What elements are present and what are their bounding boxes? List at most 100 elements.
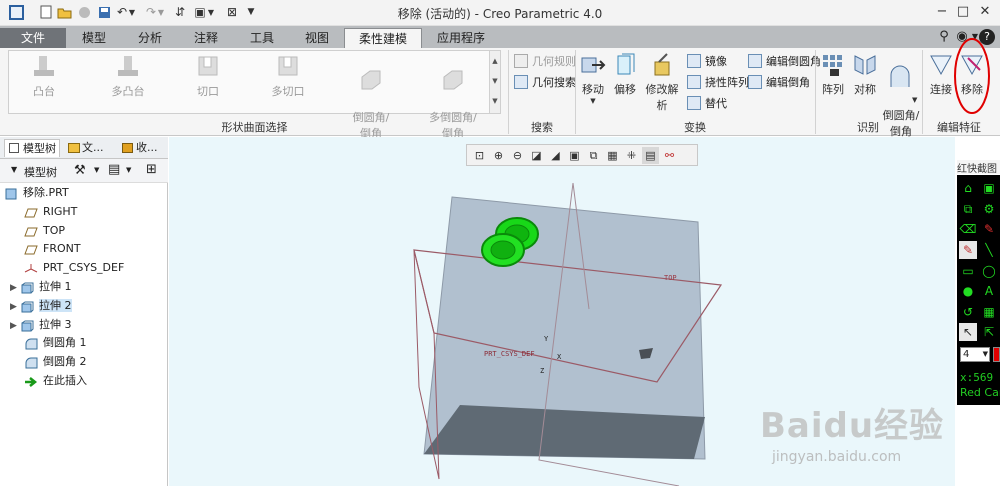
tree-item[interactable]: 移除.PRT <box>0 183 167 202</box>
move-button[interactable]: 移动 ▼ <box>578 52 608 105</box>
boss-label: 凸台 <box>33 85 55 98</box>
recognize-group-label: 识别 <box>857 121 879 134</box>
flexible-pattern-icon <box>687 75 701 89</box>
flexible-pattern-label: 挠性阵列 <box>705 76 749 89</box>
edit-round-button[interactable]: 编辑倒圆角 <box>748 52 821 70</box>
multi-cut-button[interactable]: 多切口 <box>259 54 317 99</box>
symmetry-recognize-icon <box>852 52 878 78</box>
geometry-search-button[interactable]: 几何搜索 <box>514 73 576 91</box>
ellipse-icon[interactable]: ◯ <box>980 262 998 280</box>
tree-item[interactable]: FRONT <box>0 239 167 258</box>
multi-boss-button[interactable]: 多凸台 <box>96 54 160 99</box>
symmetry-recognize-label: 对称 <box>854 83 876 96</box>
csys-icon <box>24 262 38 274</box>
tab-tools[interactable]: 工具 <box>234 28 290 48</box>
arrow-tool-icon[interactable]: ↖ <box>959 323 977 341</box>
tab-file[interactable]: 文件 <box>0 28 66 48</box>
geometry-rule-button[interactable]: 几何规则 <box>514 52 576 70</box>
tree-item[interactable]: ▶ 拉伸 2 <box>0 296 167 315</box>
pointer-icon[interactable]: ⇱ <box>980 323 998 341</box>
substitute-button[interactable]: 替代 <box>687 94 727 112</box>
tab-view[interactable]: 视图 <box>290 28 344 48</box>
undo-dropdown-icon[interactable]: ▼ <box>128 4 136 20</box>
mirror-label: 镜像 <box>705 55 727 68</box>
round-chamfer-shape-icon <box>358 67 384 93</box>
boss-button[interactable]: 凸台 <box>16 54 72 99</box>
capture-coords: x:569 y <box>960 371 1000 384</box>
tree-settings-dropdown-icon[interactable]: ▼ <box>94 166 99 174</box>
substitute-icon <box>687 96 701 110</box>
save-icon[interactable] <box>96 4 112 20</box>
tab-flexible-modeling[interactable]: 柔性建模 <box>344 28 422 48</box>
edit-round-icon <box>748 54 762 68</box>
tree-item[interactable]: ▶ 拉伸 3 <box>0 315 167 334</box>
geometry-rule-icon <box>514 54 528 68</box>
close-icon[interactable]: ✕ <box>976 3 994 21</box>
filled-ellipse-icon[interactable]: ● <box>959 282 977 300</box>
edit-round-label: 编辑倒圆角 <box>766 55 821 68</box>
windows-dropdown-icon[interactable]: ▼ <box>207 4 215 20</box>
tree-item[interactable]: 倒圆角 2 <box>0 352 167 371</box>
chevron-down-icon: ▼ <box>982 350 988 358</box>
tree-item[interactable]: RIGHT <box>0 202 167 221</box>
gallery-scrollbar[interactable]: ▲ ▼ ▼ <box>489 51 500 113</box>
regenerate-icon[interactable]: ⇵ <box>172 4 188 20</box>
pattern-recognize-button[interactable]: 阵列 <box>818 52 848 97</box>
rotate-icon[interactable]: ↺ <box>959 303 977 321</box>
tree-item[interactable]: 在此插入 <box>0 371 167 390</box>
highlighter-icon[interactable]: ✎ <box>959 241 977 259</box>
tree-item[interactable]: TOP <box>0 221 167 240</box>
tree-collapse-icon[interactable]: ▼ <box>11 165 17 174</box>
customize-dropdown-icon[interactable]: ▼ <box>243 4 259 20</box>
tab-annotate[interactable]: 注释 <box>178 28 234 48</box>
color-swatch[interactable] <box>993 347 1000 362</box>
tree-filter-icon[interactable]: ⊞ <box>146 162 157 177</box>
move-dropdown-icon[interactable]: ▼ <box>578 97 608 105</box>
round-icon <box>24 356 38 369</box>
close-window-icon[interactable]: ⊠ <box>224 4 240 20</box>
app-logo-icon[interactable] <box>9 5 24 20</box>
tree-item[interactable]: PRT_CSYS_DEF <box>0 258 167 277</box>
cut-button[interactable]: 切口 <box>180 54 236 99</box>
redo-dropdown-icon[interactable]: ▼ <box>157 4 165 20</box>
line-icon[interactable]: ╲ <box>980 241 998 259</box>
tree-item-label: 倒圆角 1 <box>43 336 87 350</box>
rectangle-icon[interactable]: ▭ <box>959 262 977 280</box>
save-icon[interactable]: ▣ <box>980 179 998 197</box>
copy-icon[interactable]: ⧉ <box>959 200 977 218</box>
tree-item[interactable]: 倒圆角 1 <box>0 333 167 352</box>
tab-model[interactable]: 模型 <box>66 28 122 48</box>
mirror-button[interactable]: 镜像 <box>687 52 727 70</box>
transform-group-label: 变换 <box>684 121 706 134</box>
round-chamfer-dropdown-icon[interactable]: ▼ <box>912 96 917 104</box>
pen-icon[interactable]: ✎ <box>980 220 998 238</box>
tab-applications[interactable]: 应用程序 <box>422 28 500 48</box>
model-tree-icon <box>9 143 19 153</box>
tree-item-label: 在此插入 <box>43 374 87 387</box>
extrude-icon <box>20 319 34 332</box>
new-icon[interactable] <box>38 4 54 20</box>
maximize-icon[interactable]: □ <box>954 3 972 21</box>
round-chamfer-recognize-icon <box>888 65 914 91</box>
show-dropdown-icon[interactable]: ▼ <box>126 166 131 174</box>
minimize-icon[interactable]: − <box>933 3 951 21</box>
settings-icon[interactable]: ⚙ <box>980 200 998 218</box>
tree-item[interactable]: ▶ 拉伸 1 <box>0 277 167 296</box>
eraser-icon[interactable]: ⌫ <box>959 220 977 238</box>
modify-analytic-button[interactable]: 修改解析 <box>641 52 683 113</box>
open-icon[interactable] <box>56 4 72 20</box>
circle-icon[interactable] <box>76 4 92 20</box>
windows-icon[interactable]: ▣ <box>192 4 208 20</box>
open-icon[interactable]: ⌂ <box>959 179 977 197</box>
edit-chamfer-button[interactable]: 编辑倒角 <box>748 73 810 91</box>
offset-button[interactable]: 偏移 <box>611 52 639 97</box>
symmetry-recognize-button[interactable]: 对称 <box>851 52 879 97</box>
grid-icon[interactable]: ▦ <box>980 303 998 321</box>
flexible-pattern-button[interactable]: 挠性阵列 <box>687 73 749 91</box>
tree-settings-icon[interactable]: ⚒ <box>74 163 86 178</box>
pen-size-select[interactable]: 4 ▼ <box>960 347 990 362</box>
geometry-search-icon <box>514 75 528 89</box>
tab-analysis[interactable]: 分析 <box>122 28 178 48</box>
text-icon[interactable]: A <box>980 282 998 300</box>
show-icon[interactable]: ▤ <box>108 162 120 177</box>
